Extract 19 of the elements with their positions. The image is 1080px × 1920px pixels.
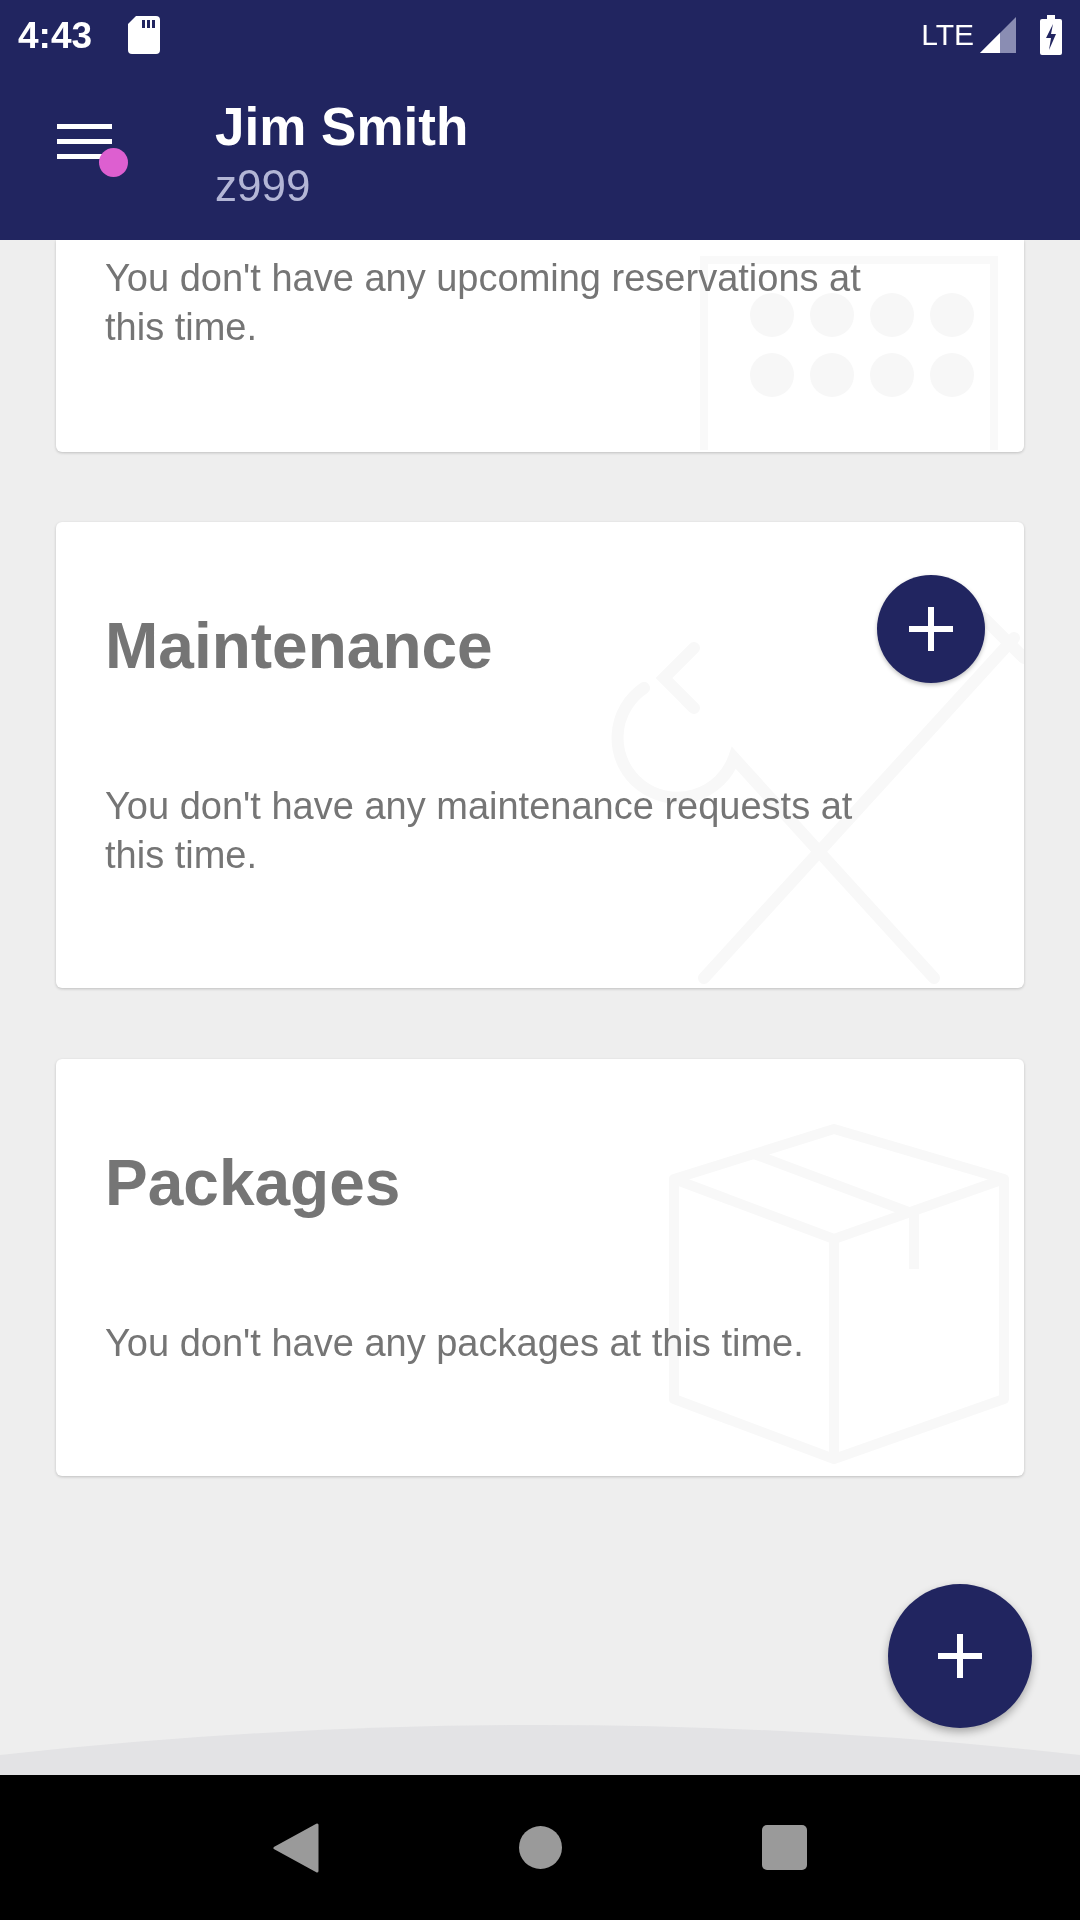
sd-card-icon (128, 16, 161, 54)
add-button[interactable] (877, 575, 985, 683)
empty-message: You don't have any maintenance requests at this time. (105, 784, 854, 878)
signal-icon (980, 17, 1016, 53)
add-fab[interactable] (888, 1584, 1032, 1728)
card-title: Packages (105, 1147, 401, 1219)
unit-number: z999 (215, 160, 312, 212)
network-type: LTE (921, 20, 974, 50)
user-name: Jim Smith (215, 96, 469, 158)
status-time: 4:43 (18, 16, 93, 54)
empty-message: You don't have any upcoming reservations at this time. (105, 256, 862, 350)
card-title: Maintenance (105, 610, 493, 682)
battery-charging-icon (1040, 15, 1062, 55)
plus-icon (909, 607, 953, 651)
empty-message: You don't have any packages at this time. (105, 1321, 805, 1366)
menu-icon (57, 124, 112, 160)
back-icon[interactable] (273, 1822, 319, 1873)
home-icon[interactable] (519, 1826, 562, 1869)
plus-icon (938, 1634, 982, 1678)
